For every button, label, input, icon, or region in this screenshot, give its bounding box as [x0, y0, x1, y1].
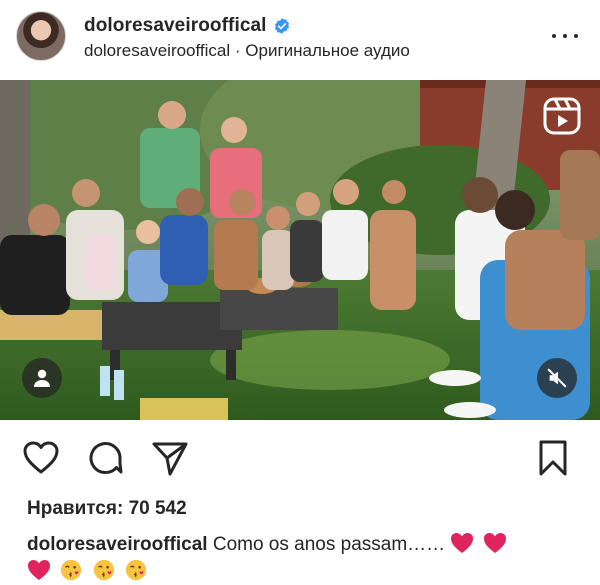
mute-button[interactable]	[537, 358, 577, 398]
avatar[interactable]	[16, 11, 66, 61]
caption-username[interactable]: doloresaveirooffical	[27, 534, 208, 555]
red-heart-emoji	[28, 560, 50, 580]
caption: doloresaveirooffical Como os anos passam…	[27, 531, 587, 585]
video-frame	[0, 80, 600, 420]
audio-line[interactable]: doloresaveirooffical · Оригинальное ауди…	[84, 41, 410, 61]
comment-icon[interactable]	[86, 438, 126, 478]
red-heart-emoji	[451, 533, 474, 553]
reels-icon	[543, 97, 581, 135]
red-heart-emoji	[483, 533, 506, 553]
username-link[interactable]: doloresaveirooffical	[84, 15, 267, 37]
send-icon[interactable]	[150, 438, 190, 478]
kissing-face-emoji	[93, 559, 114, 581]
verified-badge-icon	[274, 18, 289, 34]
kissing-face-emoji	[61, 559, 82, 581]
post-header: doloresaveirooffical doloresaveirooffica…	[0, 0, 600, 80]
more-options-icon[interactable]	[552, 28, 578, 44]
post-media[interactable]	[0, 80, 600, 420]
caption-text: Como os anos passam……	[212, 534, 446, 555]
likes-count[interactable]: Нравится: 70 542	[27, 498, 187, 520]
sound-off-icon	[547, 368, 567, 388]
action-bar	[0, 438, 600, 482]
kissing-face-emoji	[125, 559, 146, 581]
username-row: doloresaveirooffical	[84, 13, 291, 39]
likes-label: Нравится:	[27, 498, 124, 519]
heart-icon[interactable]	[21, 438, 61, 478]
tagged-people-button[interactable]	[22, 358, 62, 398]
bookmark-icon[interactable]	[533, 438, 573, 478]
likes-number: 70 542	[128, 498, 187, 519]
tagged-people-icon	[34, 369, 50, 387]
